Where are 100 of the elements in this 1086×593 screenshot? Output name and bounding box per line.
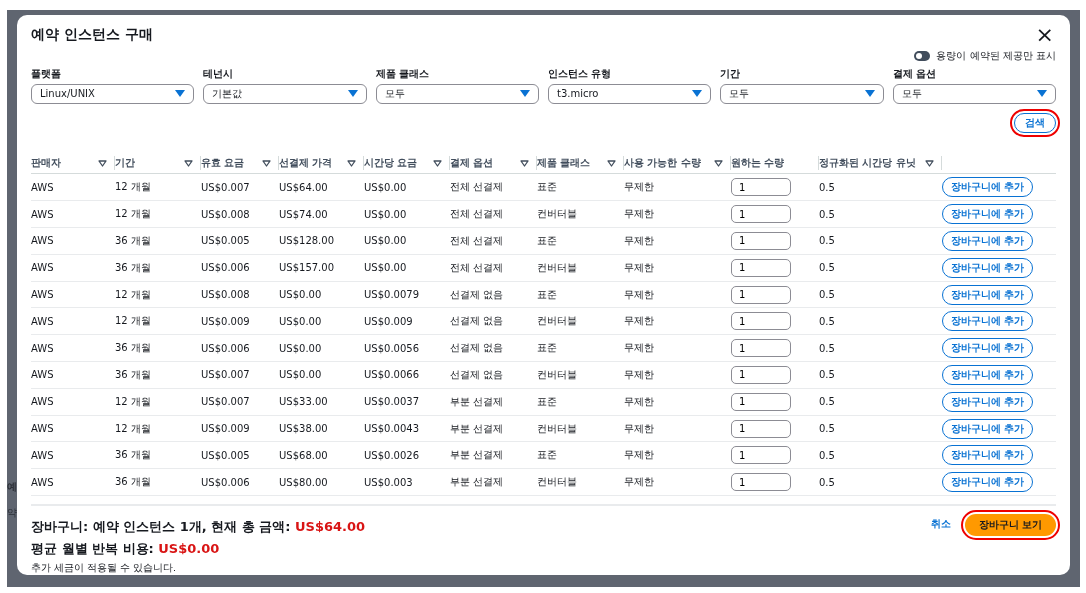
column-header[interactable]: 기간 <box>115 156 135 171</box>
filter-label: 플랫폼 <box>31 66 61 81</box>
add-to-cart-button[interactable]: 장바구니에 추가 <box>942 445 1034 466</box>
sort-icon[interactable] <box>184 159 193 167</box>
quantity-field[interactable]: 1 <box>731 392 791 411</box>
dropdown-field[interactable]: Linux/UNIX <box>31 83 195 104</box>
caret-icon <box>175 90 186 98</box>
quantity-field[interactable]: 1 <box>731 365 791 384</box>
quantity-field[interactable]: 1 <box>731 312 791 331</box>
table-cell: 부분 선결제 <box>450 448 504 463</box>
table-cell: US$0.007 <box>201 396 250 408</box>
table-cell: 무제한 <box>624 448 654 463</box>
dialog-title: 예약 인스턴스 구매 <box>31 25 153 44</box>
add-to-cart-button[interactable]: 장바구니에 추가 <box>942 311 1034 332</box>
sort-icon[interactable] <box>347 159 356 167</box>
dropdown-field[interactable]: 모두 <box>720 83 884 104</box>
table-cell: 0.5 <box>819 342 835 354</box>
column-header[interactable]: 사용 가능한 수량 <box>624 156 701 171</box>
toggle-switch[interactable] <box>914 50 931 61</box>
caret-icon <box>347 90 358 98</box>
add-to-cart-button[interactable]: 장바구니에 추가 <box>942 364 1034 385</box>
quantity-field[interactable]: 1 <box>731 205 791 224</box>
column-header[interactable]: 결제 옵션 <box>450 156 494 171</box>
sort-icon[interactable] <box>925 159 934 167</box>
table-cell: 무제한 <box>624 287 654 302</box>
filter-label: 테넌시 <box>203 66 234 81</box>
column-header[interactable]: 정규화된 시간당 유닛 <box>819 156 916 171</box>
table-cell: AWS <box>31 262 54 274</box>
sort-icon[interactable] <box>98 159 107 167</box>
add-to-cart-button[interactable]: 장바구니에 추가 <box>942 391 1034 412</box>
filter-label: 기간 <box>720 66 741 81</box>
sort-icon[interactable] <box>520 159 529 167</box>
table-cell: 36 개월 <box>115 233 151 248</box>
add-to-cart-button[interactable]: 장바구니에 추가 <box>942 418 1034 439</box>
table-cell: 0.5 <box>819 262 835 274</box>
sort-icon[interactable] <box>262 159 271 167</box>
table-cell: 무제한 <box>624 180 654 195</box>
table-cell: US$0.00 <box>279 369 322 381</box>
table-cell: AWS <box>31 208 54 220</box>
table-cell: 36 개월 <box>115 341 151 356</box>
monthly-cost: 평균 월별 반복 비용: US$0.00 <box>31 540 221 558</box>
table-cell: 컨버터블 <box>537 260 577 275</box>
add-to-cart-button[interactable]: 장바구니에 추가 <box>942 257 1034 278</box>
close-button[interactable]: × <box>1033 24 1056 45</box>
table-cell: 0.5 <box>819 396 835 408</box>
table-cell: US$0.008 <box>201 289 250 300</box>
add-to-cart-button[interactable]: 장바구니에 추가 <box>942 284 1034 305</box>
quantity-field[interactable]: 1 <box>731 231 791 250</box>
table-cell: US$0.00 <box>364 235 407 247</box>
table-cell: 무제한 <box>624 341 654 356</box>
table-cell: 0.5 <box>819 369 835 381</box>
table-cell: 부분 선결제 <box>450 475 504 490</box>
table-cell: US$0.00 <box>279 289 322 300</box>
table-cell: US$0.006 <box>201 262 250 274</box>
column-header[interactable]: 선결제 가격 <box>279 156 333 171</box>
table-cell: 무제한 <box>624 260 654 275</box>
dropdown-field[interactable]: 모두 <box>892 83 1056 104</box>
dropdown-field[interactable]: t3.micro <box>548 83 712 104</box>
column-header[interactable]: 제품 클래스 <box>537 156 591 171</box>
quantity-field[interactable]: 1 <box>731 178 791 197</box>
table-cell: 표준 <box>537 233 557 248</box>
quantity-field[interactable]: 1 <box>731 258 791 277</box>
add-to-cart-button[interactable]: 장바구니에 추가 <box>942 204 1034 225</box>
quantity-field[interactable]: 1 <box>731 285 791 304</box>
filter-label: 제품 클래스 <box>375 66 430 81</box>
column-header[interactable]: 판매자 <box>31 156 61 171</box>
filter-label: 인스턴스 유형 <box>548 66 612 81</box>
quantity-field[interactable]: 1 <box>731 339 791 358</box>
table-cell: 컨버터블 <box>537 421 577 436</box>
table-cell: 무제한 <box>624 394 654 409</box>
table-cell: US$0.00 <box>364 208 407 220</box>
table-cell: US$0.007 <box>201 181 250 193</box>
table-cell: US$0.009 <box>201 315 250 327</box>
table-cell: 무제한 <box>624 421 654 436</box>
tax-note: 추가 세금이 적용될 수 있습니다. <box>31 562 178 575</box>
sort-icon[interactable] <box>433 159 442 167</box>
dropdown-field[interactable]: 기본값 <box>203 83 367 104</box>
add-to-cart-button[interactable]: 장바구니에 추가 <box>942 230 1034 251</box>
column-header[interactable]: 유효 요금 <box>201 156 245 171</box>
table-cell: 표준 <box>537 180 557 195</box>
dropdown-field[interactable]: 모두 <box>375 83 539 104</box>
caret-icon <box>1037 90 1047 98</box>
add-to-cart-button[interactable]: 장바구니에 추가 <box>942 338 1034 359</box>
table-cell: 0.5 <box>819 235 835 247</box>
column-header[interactable]: 시간당 요금 <box>364 156 418 171</box>
table-cell: 0.5 <box>819 289 835 300</box>
cancel-link[interactable]: 취소 <box>930 514 951 534</box>
sort-icon[interactable] <box>714 159 723 167</box>
quantity-field[interactable]: 1 <box>731 419 791 438</box>
add-to-cart-button[interactable]: 장바구니에 추가 <box>942 472 1034 493</box>
add-to-cart-button[interactable]: 장바구니에 추가 <box>942 177 1034 198</box>
sort-icon[interactable] <box>607 159 616 167</box>
table-cell: AWS <box>31 476 54 488</box>
table-cell: 컨버터블 <box>537 314 577 329</box>
table-cell: 0.5 <box>819 449 835 461</box>
quantity-field[interactable]: 1 <box>731 473 791 492</box>
table-cell: US$64.00 <box>279 181 328 193</box>
quantity-field[interactable]: 1 <box>731 446 791 465</box>
table-cell: 선결제 없음 <box>450 287 504 302</box>
background-text: 예 <box>7 480 17 494</box>
